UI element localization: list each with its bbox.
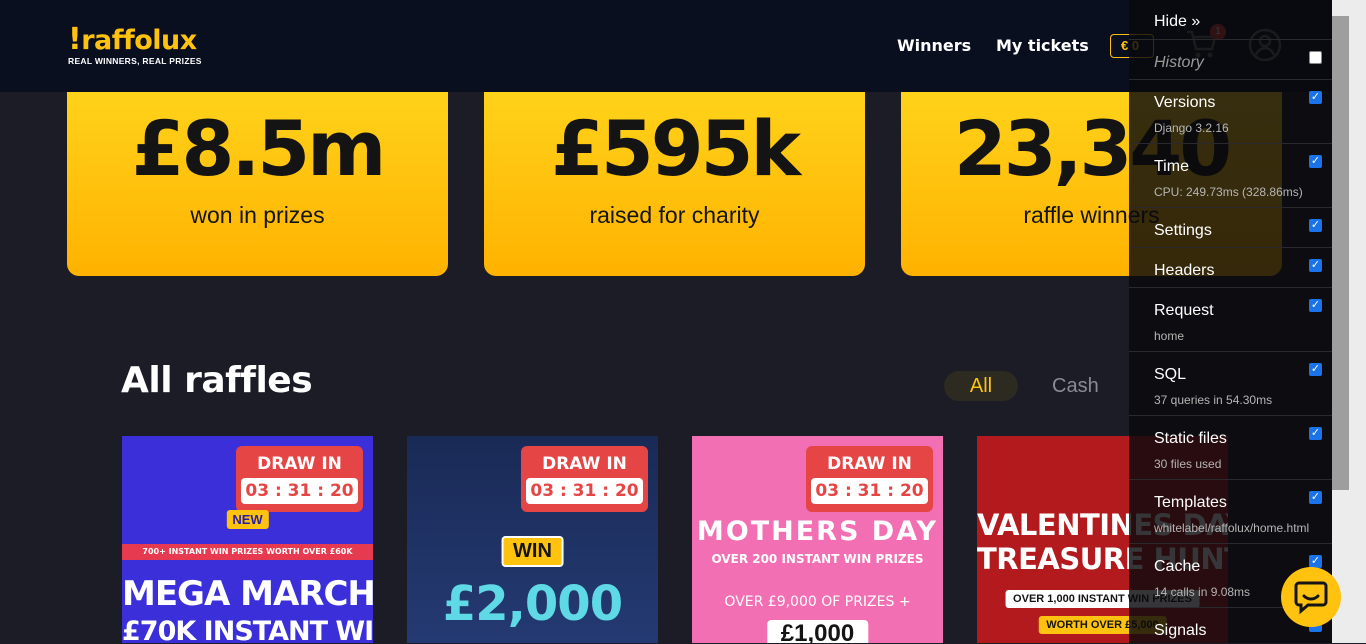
debug-panel-templates[interactable]: Templates whitelabel/raffolux/home.html … [1129, 479, 1332, 544]
draw-countdown: 03 : 31 : 20 [526, 478, 643, 504]
stat-card-charity: £595k raised for charity [484, 92, 865, 276]
debug-panel-name: History [1154, 54, 1204, 71]
debug-panel-detail: 30 files used [1154, 457, 1222, 471]
logo-wordmark: !raffolux [68, 22, 197, 57]
debug-panel-name: Templates [1154, 494, 1227, 511]
debug-panel-name: Static files [1154, 430, 1227, 447]
card-strip: OVER 200 INSTANT WIN PRIZES [711, 552, 924, 566]
debug-panel-detail: 14 calls in 9.08ms [1154, 585, 1251, 599]
stat-card-prizes: £8.5m won in prizes [67, 92, 448, 276]
debug-panel-checkbox[interactable]: ✓ [1309, 155, 1322, 168]
draw-countdown: 03 : 31 : 20 [811, 478, 928, 504]
stat-label: raised for charity [589, 202, 760, 228]
debug-panel-history[interactable]: History [1129, 39, 1332, 80]
draw-countdown-badge: DRAW IN 03 : 31 : 20 [236, 446, 363, 512]
debug-panel-request[interactable]: Request home ✓ [1129, 287, 1332, 352]
debug-panel-static-files[interactable]: Static files 30 files used ✓ [1129, 415, 1332, 480]
raffle-card[interactable]: DRAW IN 03 : 31 : 20 NEW 700+ INSTANT WI… [122, 436, 373, 643]
draw-countdown-badge: DRAW IN 03 : 31 : 20 [521, 446, 648, 512]
debug-panel-detail: 37 queries in 54.30ms [1154, 393, 1273, 407]
debug-panel-checkbox[interactable]: ✓ [1309, 363, 1322, 376]
stat-value: £8.5m [131, 104, 387, 193]
nav-winners-link[interactable]: Winners [897, 36, 971, 55]
debug-panel-checkbox[interactable]: ✓ [1309, 91, 1322, 104]
debug-panel-checkbox[interactable]: ✓ [1309, 259, 1322, 272]
card-amount: £1,000 [766, 620, 869, 643]
card-subline: £70K INSTANT WIN [122, 616, 373, 643]
debug-panel-checkbox[interactable]: ✓ [1309, 219, 1322, 232]
debug-panel-versions[interactable]: Versions Django 3.2.16 ✓ [1129, 79, 1332, 144]
card-strip: 700+ INSTANT WIN PRIZES WORTH OVER £60K [122, 544, 373, 560]
raffle-card[interactable]: DRAW IN 03 : 31 : 20 MOTHERS DAY OVER 20… [692, 436, 943, 643]
filter-tab-all[interactable]: All [944, 371, 1018, 401]
win-badge: WIN [501, 536, 564, 567]
chat-launcher-button[interactable] [1281, 567, 1341, 627]
logo-tagline: REAL WINNERS, REAL PRIZES [68, 56, 202, 66]
debug-panel-name: Cache [1154, 558, 1201, 575]
draw-countdown-badge: DRAW IN 03 : 31 : 20 [806, 446, 933, 512]
debug-panel-name: Versions [1154, 94, 1216, 111]
debug-panel-name: Headers [1154, 262, 1215, 279]
debug-panel-checkbox[interactable]: ✓ [1309, 299, 1322, 312]
debug-panel-name: Settings [1154, 222, 1212, 239]
debug-panel-headers[interactable]: Headers ✓ [1129, 247, 1332, 288]
debug-panel-sql[interactable]: SQL 37 queries in 54.30ms ✓ [1129, 351, 1332, 416]
new-badge: NEW [226, 510, 269, 529]
debug-panel-detail: CPU: 249.73ms (328.86ms) [1154, 185, 1303, 199]
card-subline: OVER £9,000 OF PRIZES + [724, 594, 911, 610]
stat-value: £595k [550, 104, 801, 193]
debug-panel-time[interactable]: Time CPU: 249.73ms (328.86ms) ✓ [1129, 143, 1332, 208]
draw-countdown: 03 : 31 : 20 [241, 478, 358, 504]
draw-label: DRAW IN [827, 454, 912, 474]
card-headline: MOTHERS DAY [696, 516, 939, 547]
debug-panel-checkbox[interactable]: ✓ [1309, 427, 1322, 440]
debug-panel-settings[interactable]: Settings ✓ [1129, 207, 1332, 248]
debug-panel-checkbox[interactable] [1309, 51, 1322, 64]
filter-tab-cash[interactable]: Cash [1052, 371, 1099, 401]
section-title-all-raffles: All raffles [121, 360, 313, 401]
raffolux-logo[interactable]: !raffolux REAL WINNERS, REAL PRIZES [68, 22, 202, 67]
nav-my-tickets-link[interactable]: My tickets [996, 36, 1089, 55]
draw-label: DRAW IN [542, 454, 627, 474]
stat-label: won in prizes [190, 202, 325, 228]
chat-bubble-icon [1294, 581, 1328, 615]
debug-panel-detail: Django 3.2.16 [1154, 121, 1229, 135]
debug-panel-name: Request [1154, 302, 1214, 319]
debug-panel-checkbox[interactable]: ✓ [1309, 491, 1322, 504]
debug-toolbar-hide-button[interactable]: Hide » [1154, 13, 1200, 31]
raffle-card[interactable]: DRAW IN 03 : 31 : 20 WIN £2,000 [407, 436, 658, 643]
debug-panel-name: SQL [1154, 366, 1187, 383]
debug-panel-name: Signals [1154, 622, 1207, 639]
debug-toolbar-scrollbar-thumb[interactable] [1332, 16, 1349, 490]
debug-toolbar: Hide » History Versions Django 3.2.16 ✓ … [1129, 0, 1332, 643]
card-headline: £2,000 [442, 576, 623, 632]
debug-panel-name: Time [1154, 158, 1189, 175]
debug-panel-detail: whitelabel/raffolux/home.html [1154, 521, 1310, 535]
card-headline: MEGA MARCH [122, 574, 373, 614]
debug-panel-detail: home [1154, 329, 1185, 343]
draw-label: DRAW IN [257, 454, 342, 474]
